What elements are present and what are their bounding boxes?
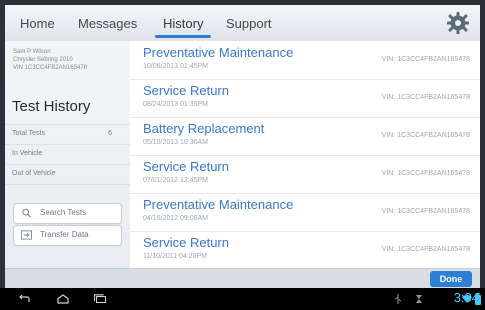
search-tests-button[interactable]: Search Tests <box>13 203 122 224</box>
list-item[interactable]: Preventative Maintenance 10/06/2013 01:4… <box>130 41 480 80</box>
android-status-icon <box>416 295 422 303</box>
divider <box>5 164 130 165</box>
divider <box>5 124 130 125</box>
list-item[interactable]: Battery Replacement 05/10/2013 10:30AM V… <box>130 117 480 156</box>
history-date: 08/24/2013 01:35PM <box>143 101 208 108</box>
history-date: 05/10/2013 10:30AM <box>143 139 208 146</box>
back-icon[interactable] <box>17 294 31 304</box>
sidebar: Sam P Wilson Chrysler Sebring 2010 VIN 1… <box>5 41 131 268</box>
history-date: 10/06/2013 01:45PM <box>143 63 208 70</box>
transfer-data-label: Transfer Data <box>40 230 89 239</box>
gear-icon[interactable] <box>446 11 470 35</box>
history-date: 07/01/2012 12:45PM <box>143 177 208 184</box>
divider <box>5 184 130 185</box>
history-vin: VIN: 1C3CC4FB2AN165478 <box>381 170 470 177</box>
sidebar-item-label: Out of Vehicle <box>12 170 56 177</box>
list-item[interactable]: Service Return 11/10/2011 04:28PM VIN: 1… <box>130 231 480 269</box>
tab-messages[interactable]: Messages <box>78 5 137 41</box>
system-nav-bar: 3:04 <box>0 288 485 310</box>
history-vin: VIN: 1C3CC4FB2AN165478 <box>381 246 470 253</box>
list-item[interactable]: Preventative Maintenance 04/16/2012 09:0… <box>130 193 480 232</box>
tab-history[interactable]: History <box>154 5 213 41</box>
history-vin: VIN: 1C3CC4FB2AN165478 <box>381 94 470 101</box>
sidebar-item-label: In Vehicle <box>12 150 43 157</box>
divider <box>5 144 130 145</box>
history-list: Preventative Maintenance 10/06/2013 01:4… <box>130 41 480 268</box>
sidebar-item-out-of-vehicle[interactable]: Out of Vehicle <box>12 170 122 177</box>
battery-icon <box>475 293 481 305</box>
history-title: Service Return <box>143 83 229 98</box>
list-item[interactable]: Service Return 07/01/2012 12:45PM VIN: 1… <box>130 155 480 194</box>
sidebar-item-label: Total Tests <box>12 130 45 137</box>
history-title: Service Return <box>143 159 229 174</box>
usb-icon <box>394 294 402 304</box>
sidebar-item-total-tests[interactable]: Total Tests 6 <box>12 130 122 137</box>
page-title: Test History <box>12 98 91 115</box>
recent-apps-icon[interactable] <box>93 294 107 304</box>
history-title: Battery Replacement <box>143 121 265 136</box>
vin-line: VIN 1C3CC4FB2AN165478 <box>13 65 88 71</box>
wifi-icon <box>462 295 472 303</box>
sidebar-item-in-vehicle[interactable]: In Vehicle <box>12 150 122 157</box>
search-tests-label: Search Tests <box>40 208 87 217</box>
tab-home[interactable]: Home <box>20 5 55 41</box>
history-vin: VIN: 1C3CC4FB2AN165478 <box>381 56 470 63</box>
history-date: 04/16/2012 09:08AM <box>143 215 208 222</box>
bottom-bar: Done <box>5 268 480 288</box>
history-date: 11/10/2011 04:28PM <box>143 253 207 260</box>
sidebar-item-count: 6 <box>108 130 112 137</box>
top-tab-bar: Home Messages History Support <box>5 5 480 42</box>
search-icon <box>22 208 31 218</box>
tab-support[interactable]: Support <box>226 5 272 41</box>
done-button[interactable]: Done <box>430 271 472 287</box>
app-screen: Home Messages History Support Sam P Wils… <box>5 5 480 288</box>
transfer-data-button[interactable]: Transfer Data <box>13 225 122 246</box>
history-title: Preventative Maintenance <box>143 45 294 60</box>
user-name: Sam P Wilson <box>13 49 51 55</box>
history-vin: VIN: 1C3CC4FB2AN165478 <box>381 208 470 215</box>
history-vin: VIN: 1C3CC4FB2AN165478 <box>381 132 470 139</box>
history-title: Service Return <box>143 235 229 250</box>
vehicle-line: Chrysler Sebring 2010 <box>13 57 73 63</box>
home-icon[interactable] <box>56 294 70 304</box>
list-item[interactable]: Service Return 08/24/2013 01:35PM VIN: 1… <box>130 79 480 118</box>
device-frame: Home Messages History Support Sam P Wils… <box>0 0 485 310</box>
history-title: Preventative Maintenance <box>143 197 294 212</box>
transfer-icon <box>21 230 32 240</box>
